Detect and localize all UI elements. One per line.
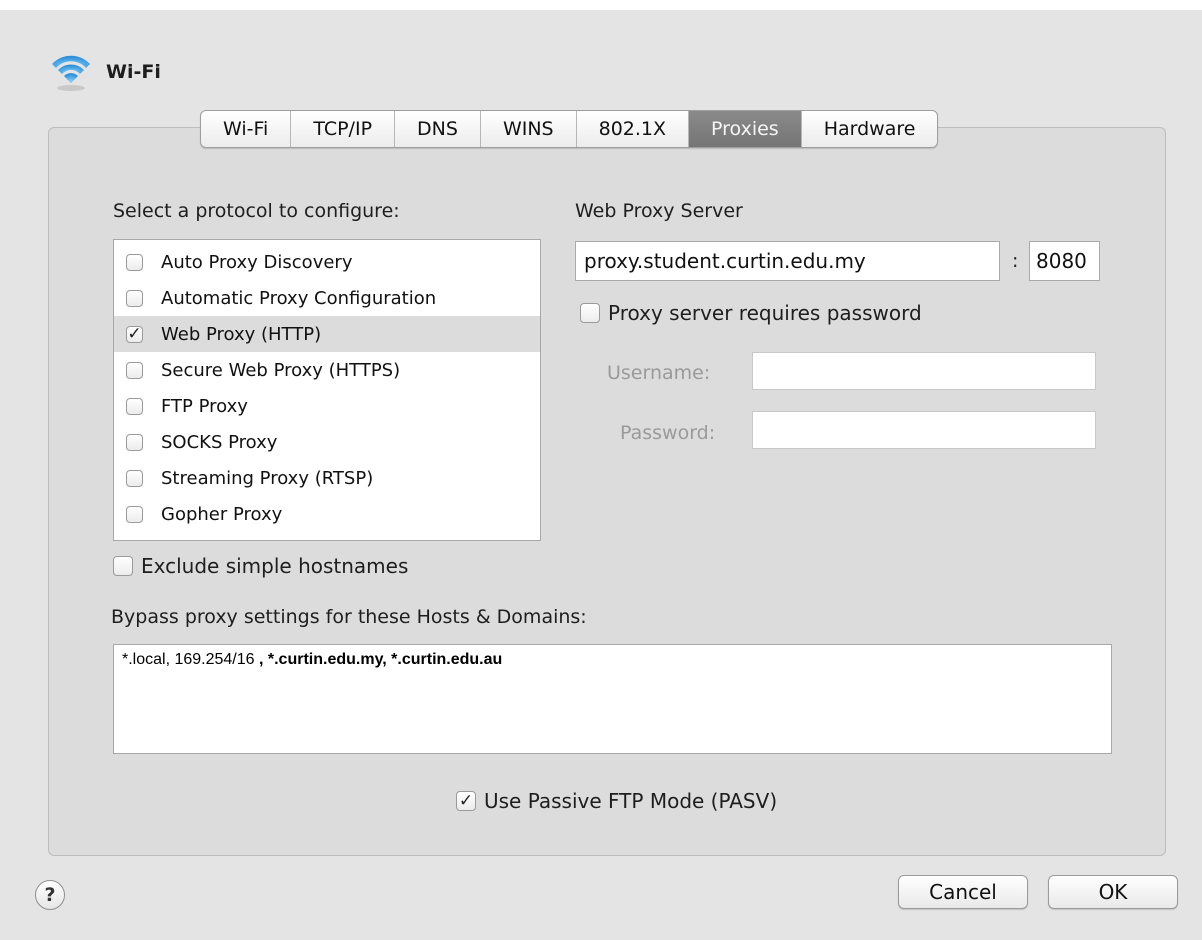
protocol-label: Secure Web Proxy (HTTPS): [161, 359, 401, 381]
bypass-label: Bypass proxy settings for these Hosts & …: [111, 606, 587, 628]
help-button[interactable]: ?: [35, 880, 65, 910]
bypass-hosts-textarea[interactable]: *.local, 169.254/16 , *.curtin.edu.my, *…: [113, 644, 1112, 754]
requires-password-row[interactable]: Proxy server requires password: [580, 301, 922, 325]
password-field[interactable]: [752, 411, 1096, 449]
protocol-item-auto-proxy-discovery[interactable]: Auto Proxy Discovery: [114, 244, 540, 280]
username-field[interactable]: [752, 352, 1096, 390]
protocol-list[interactable]: Auto Proxy Discovery Automatic Proxy Con…: [113, 239, 541, 541]
exclude-simple-hostnames-row[interactable]: Exclude simple hostnames: [113, 554, 408, 578]
cancel-button[interactable]: Cancel: [898, 875, 1028, 909]
checkbox[interactable]: [126, 361, 143, 379]
checkbox[interactable]: [126, 505, 143, 523]
protocol-item-streaming-proxy-rtsp[interactable]: Streaming Proxy (RTSP): [114, 460, 540, 496]
bypass-plain-text: *.local, 169.254/16: [122, 651, 255, 668]
tab-8021x[interactable]: 802.1X: [577, 111, 690, 147]
protocol-item-ftp-proxy[interactable]: FTP Proxy: [114, 388, 540, 424]
ok-button[interactable]: OK: [1048, 875, 1178, 909]
protocol-label: Web Proxy (HTTP): [161, 323, 322, 345]
checkbox[interactable]: [126, 397, 143, 415]
requires-password-checkbox[interactable]: [580, 303, 600, 323]
tab-wifi[interactable]: Wi-Fi: [201, 111, 292, 147]
protocol-label: Gopher Proxy: [161, 503, 283, 525]
exclude-simple-hostnames-checkbox[interactable]: [113, 556, 133, 576]
protocol-list-heading: Select a protocol to configure:: [113, 200, 400, 222]
tab-proxies[interactable]: Proxies: [689, 111, 802, 147]
tab-hardware[interactable]: Hardware: [802, 111, 938, 147]
protocol-label: SOCKS Proxy: [161, 431, 278, 453]
passive-ftp-checkbox[interactable]: ✓: [456, 791, 476, 811]
protocol-item-web-proxy-http[interactable]: ✓ Web Proxy (HTTP): [114, 316, 540, 352]
checkbox[interactable]: [126, 253, 143, 271]
proxy-host-field[interactable]: proxy.student.curtin.edu.my: [575, 241, 1000, 281]
checkbox[interactable]: [126, 433, 143, 451]
proxy-port-field[interactable]: 8080: [1029, 241, 1100, 281]
wifi-icon: [48, 50, 94, 94]
window-title: Wi-Fi: [106, 61, 161, 83]
username-label: Username:: [607, 362, 711, 384]
protocol-item-secure-web-proxy-https[interactable]: Secure Web Proxy (HTTPS): [114, 352, 540, 388]
proxy-server-heading: Web Proxy Server: [575, 200, 743, 222]
tab-wins[interactable]: WINS: [481, 111, 577, 147]
protocol-label: Auto Proxy Discovery: [161, 251, 353, 273]
exclude-simple-hostnames-label: Exclude simple hostnames: [141, 554, 409, 578]
passive-ftp-row[interactable]: ✓ Use Passive FTP Mode (PASV): [456, 789, 777, 813]
checkbox[interactable]: [126, 289, 143, 307]
bypass-bold-text: , *.curtin.edu.my, *.curtin.edu.au: [254, 651, 503, 668]
protocol-item-automatic-proxy-configuration[interactable]: Automatic Proxy Configuration: [114, 280, 540, 316]
passive-ftp-label: Use Passive FTP Mode (PASV): [484, 789, 778, 813]
checkbox[interactable]: [126, 469, 143, 487]
window-title-row: Wi-Fi: [48, 50, 161, 94]
tab-bar: Wi-Fi TCP/IP DNS WINS 802.1X Proxies Har…: [200, 110, 939, 148]
protocol-label: Automatic Proxy Configuration: [161, 287, 437, 309]
tab-dns[interactable]: DNS: [395, 111, 481, 147]
checkbox-checked[interactable]: ✓: [126, 325, 143, 343]
host-port-separator: :: [1012, 250, 1019, 272]
protocol-item-socks-proxy[interactable]: SOCKS Proxy: [114, 424, 540, 460]
password-label: Password:: [620, 422, 716, 444]
requires-password-label: Proxy server requires password: [608, 301, 922, 325]
protocol-label: FTP Proxy: [161, 395, 248, 417]
tab-tcpip[interactable]: TCP/IP: [291, 111, 396, 147]
protocol-item-gopher-proxy[interactable]: Gopher Proxy: [114, 496, 540, 532]
protocol-label: Streaming Proxy (RTSP): [161, 467, 374, 489]
